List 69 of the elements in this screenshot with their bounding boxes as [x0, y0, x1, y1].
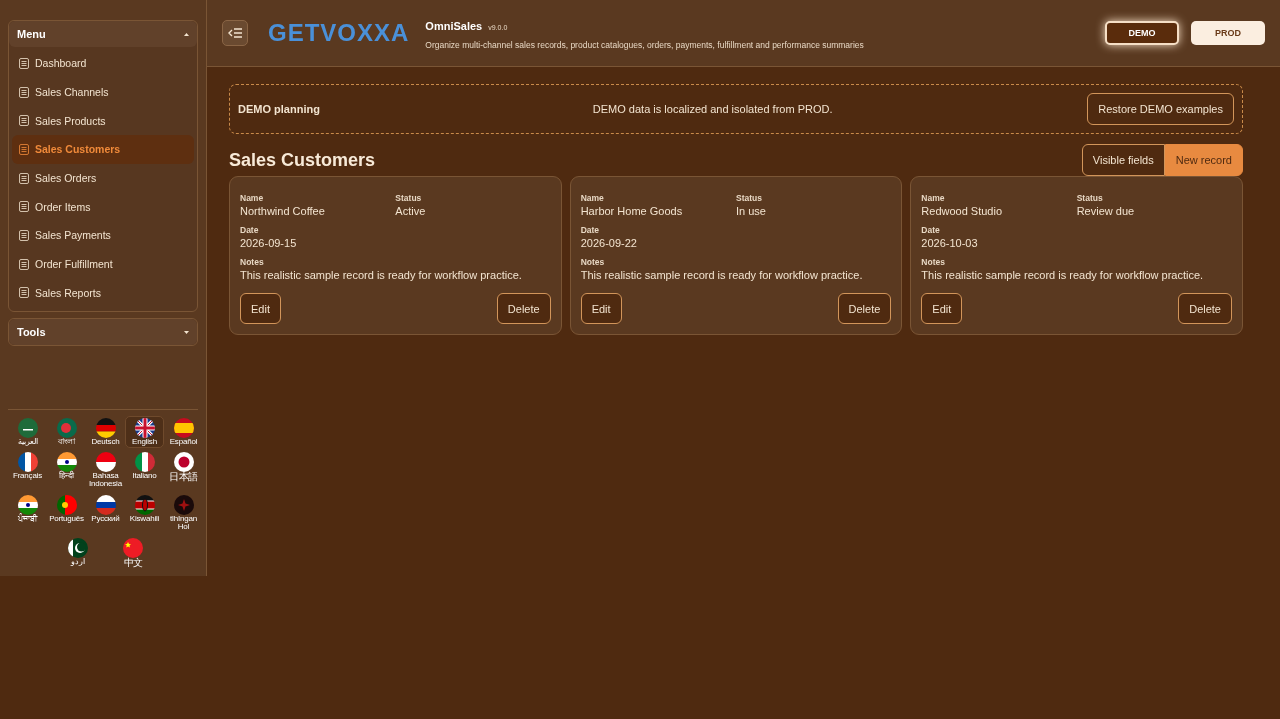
language-option[interactable]: Français — [8, 449, 47, 491]
field-value: Harbor Home Goods — [580, 205, 684, 217]
delete-button[interactable]: Delete — [496, 293, 551, 324]
delete-button[interactable]: Delete — [837, 293, 892, 324]
field-value: This realistic sample record is ready for workflow practice. — [240, 269, 523, 281]
field-value: Redwood Studio — [921, 205, 1004, 217]
field-label: Notes — [921, 257, 946, 267]
language-option[interactable]: 日本語 — [164, 449, 203, 491]
menu-item[interactable]: Order Items — [12, 192, 194, 222]
language-option[interactable]: Italiano — [125, 449, 164, 491]
menu-item[interactable]: Sales Payments — [12, 221, 194, 250]
field-label: Date — [580, 225, 601, 235]
section-header[interactable]: Tools — [9, 319, 197, 346]
language-option[interactable]: tlhIngan Hol — [164, 492, 203, 534]
field-label: Name — [921, 193, 946, 203]
field-value: This realistic sample record is ready for workflow practice. — [921, 269, 1205, 281]
page-title: Sales Customers — [229, 149, 377, 171]
language-option[interactable]: Bahasa Indonesia — [86, 449, 125, 491]
menu-item[interactable]: Dashboard — [12, 49, 194, 78]
field-label: Date — [921, 225, 941, 235]
field-value: 2026-10-03 — [921, 237, 979, 249]
field-label: Status — [1076, 193, 1104, 203]
field-label: Notes — [240, 257, 265, 267]
field-label: Date — [240, 225, 260, 235]
environment-button[interactable]: DEMO — [1105, 21, 1179, 45]
field-label: Status — [395, 193, 423, 203]
menu-item[interactable]: Sales Products — [12, 106, 194, 136]
new-record-button[interactable]: New record — [1164, 144, 1243, 176]
language-option[interactable]: اردو — [58, 535, 98, 570]
menu-item[interactable]: Sales Orders — [12, 163, 194, 193]
language-option[interactable]: Русский — [86, 492, 125, 534]
section-header[interactable]: Menu — [9, 21, 197, 47]
field-label: Name — [580, 193, 605, 203]
delete-button[interactable]: Delete — [1178, 293, 1232, 324]
field-value: In use — [736, 205, 767, 217]
field-label: Notes — [580, 257, 606, 267]
language-option[interactable]: ਪੰਜਾਬੀ — [8, 492, 47, 534]
field-value: Active — [395, 205, 427, 217]
field-value: This realistic sample record is ready for workflow practice. — [580, 269, 864, 281]
language-option[interactable]: বাংলা — [47, 415, 86, 448]
field-label: Status — [736, 193, 763, 203]
app-subtitle: Organize multi-channel sales records, product catalogues, orders, payments, fulfillment and performance summaries — [425, 40, 864, 50]
restore-button[interactable]: Restore DEMO examples — [1087, 93, 1234, 125]
language-option[interactable]: हिन्दी — [47, 449, 86, 491]
menu-item[interactable]: Sales Channels — [12, 77, 194, 107]
language-option[interactable]: Português — [47, 492, 86, 534]
logo: GETVOXXA — [268, 19, 410, 47]
language-option[interactable]: Kiswahili — [125, 492, 164, 534]
banner-message: DEMO data is localized and isolated from PROD. — [591, 103, 834, 115]
menu-item[interactable]: Sales Reports — [12, 278, 194, 308]
edit-button[interactable]: Edit — [580, 293, 622, 324]
field-value: 2026-09-22 — [580, 237, 638, 249]
edit-button[interactable]: Edit — [921, 293, 963, 324]
language-option[interactable]: Deutsch — [86, 415, 125, 448]
language-option[interactable]: English — [125, 415, 164, 448]
edit-button[interactable]: Edit — [240, 293, 281, 324]
language-option[interactable]: Español — [164, 415, 203, 448]
app-name: OmniSales — [425, 20, 483, 32]
visible-fields-button[interactable]: Visible fields — [1081, 144, 1165, 176]
field-value: Northwind Coffee — [240, 205, 326, 217]
language-option[interactable]: العربية — [8, 415, 47, 448]
banner-title: DEMO planning — [238, 103, 321, 115]
field-value: 2026-09-15 — [240, 237, 298, 249]
field-label: Name — [240, 193, 265, 203]
environment-button[interactable]: PROD — [1191, 21, 1265, 45]
language-option[interactable]: 中文 — [113, 535, 153, 570]
menu-item[interactable]: Sales Customers — [12, 135, 194, 164]
menu-item[interactable]: Order Fulfillment — [12, 249, 194, 279]
field-value: Review due — [1076, 205, 1136, 217]
